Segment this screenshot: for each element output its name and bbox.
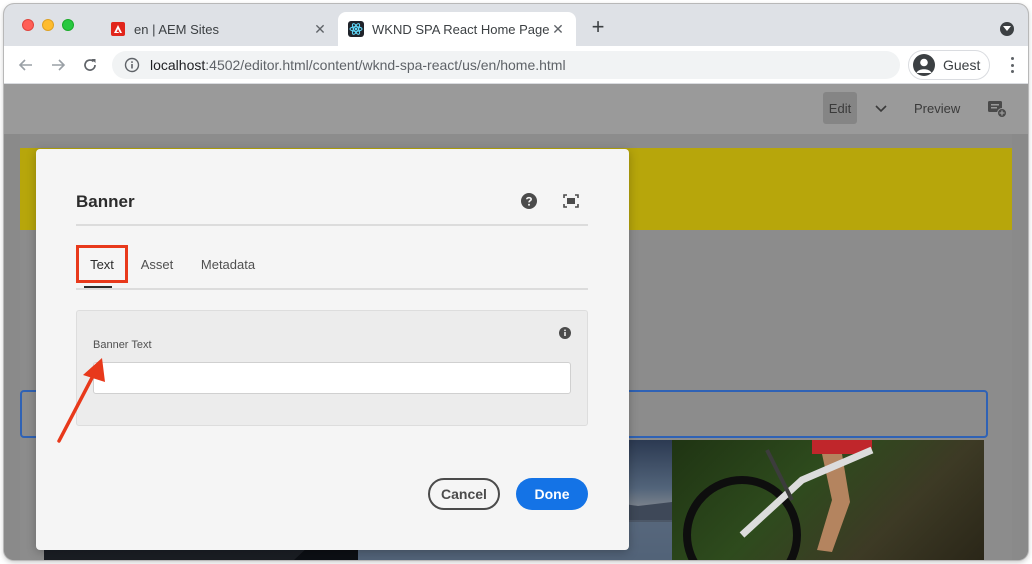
info-icon[interactable] [559,327,571,339]
tab-title: en | AEM Sites [134,21,220,37]
profile-name: Guest [943,57,981,73]
browser-window: en | AEM Sites ✕ WKND SPA React Home Pag… [4,4,1028,560]
close-icon[interactable]: ✕ [550,21,566,37]
tab-text[interactable]: Text [76,245,128,283]
tab-title: WKND SPA React Home Page [372,21,550,37]
dialog-title: Banner [76,192,135,211]
reload-icon [84,59,96,71]
fullscreen-icon[interactable] [563,194,579,208]
maximize-window-button[interactable] [62,19,74,31]
browser-toolbar: localhost:4502/editor.html/content/wknd-… [4,46,1028,84]
page-viewport: Edit Preview Banner Text Asset Metadata … [4,84,1028,560]
cancel-button[interactable]: Cancel [428,478,500,510]
divider [76,224,588,226]
new-tab-button[interactable]: + [588,16,608,38]
arrow-right-icon [52,59,66,71]
address-bar[interactable]: localhost:4502/editor.html/content/wknd-… [112,51,900,79]
browser-tab-wknd[interactable]: WKND SPA React Home Page ✕ [338,12,576,46]
help-icon[interactable] [521,193,537,209]
reload-button[interactable] [80,55,100,75]
banner-dialog: Banner Text Asset Metadata Banner Text C… [36,149,629,550]
text-tab-panel: Banner Text [76,310,588,426]
profile-button[interactable]: Guest [908,50,990,80]
close-window-button[interactable] [22,19,34,31]
annotations-icon[interactable] [987,100,1007,118]
page-content: Banner Text Asset Metadata Banner Text C… [20,134,1012,560]
preview-button[interactable]: Preview [914,101,960,116]
selected-tab-indicator [84,286,112,288]
url-text: localhost:4502/editor.html/content/wknd-… [150,57,566,73]
react-icon [348,21,364,37]
edit-mode-button[interactable]: Edit [823,92,857,124]
avatar [913,54,935,76]
arrow-left-icon [18,59,32,71]
url-path: :4502/editor.html/content/wknd-spa-react… [205,57,566,73]
url-host: localhost [150,57,206,73]
chevron-down-icon [1003,26,1011,31]
banner-text-field[interactable] [93,362,571,394]
close-icon[interactable]: ✕ [312,21,328,37]
forward-button[interactable] [48,55,68,75]
tab-strip: en | AEM Sites ✕ WKND SPA React Home Pag… [4,4,1028,46]
info-icon[interactable] [124,57,140,73]
minimize-window-button[interactable] [42,19,54,31]
done-button[interactable]: Done [516,478,588,510]
adobe-icon [110,21,126,37]
browser-menu-icon[interactable] [1010,57,1014,73]
tab-metadata[interactable]: Metadata [198,245,258,283]
browser-tab-aem-sites[interactable]: en | AEM Sites ✕ [100,12,338,46]
banner-text-label: Banner Text [93,339,152,351]
back-button[interactable] [16,55,36,75]
editor-toolbar: Edit Preview [4,84,1028,134]
tab-search-button[interactable] [1000,22,1014,36]
mountain-bike-image [672,440,984,560]
chevron-down-icon[interactable] [874,101,888,115]
tab-asset[interactable]: Asset [136,245,178,283]
dialog-tabs: Text Asset Metadata [76,245,588,290]
